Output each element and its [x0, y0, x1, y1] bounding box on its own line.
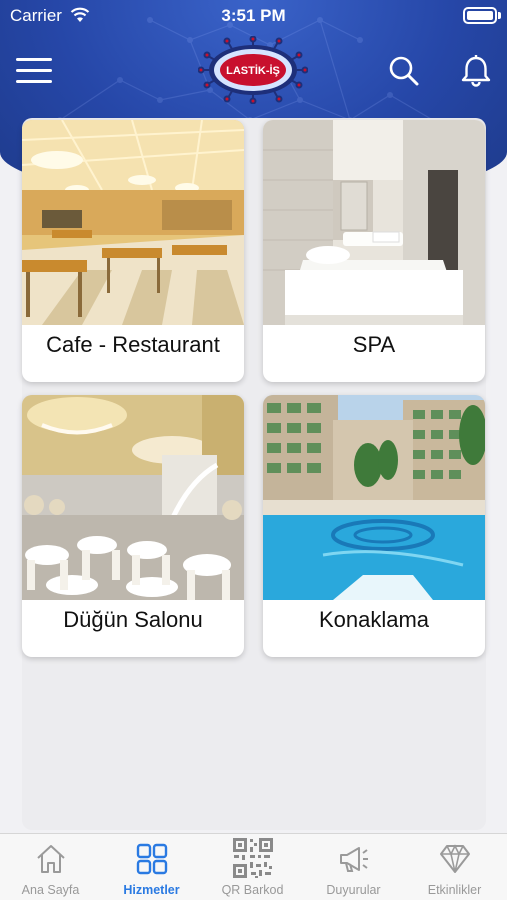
tab-qr-code[interactable]: QR Barkod — [202, 834, 303, 900]
search-icon[interactable] — [388, 55, 420, 87]
service-card-wedding-hall[interactable]: Düğün Salonu — [22, 395, 244, 657]
tab-label: Hizmetler — [123, 883, 180, 897]
service-card-spa[interactable]: SPA — [263, 120, 485, 382]
battery-icon — [463, 7, 497, 24]
hamburger-icon-line — [16, 58, 52, 61]
service-card-cafe-restaurant[interactable]: Cafe - Restaurant — [22, 120, 244, 382]
battery-nub — [498, 12, 501, 19]
status-time: 3:51 PM — [221, 6, 286, 25]
hamburger-icon-line — [16, 69, 52, 72]
service-card-label: Cafe - Restaurant — [46, 332, 220, 357]
megaphone-icon — [340, 847, 368, 872]
status-bar: Carrier 3:51 PM — [0, 0, 507, 32]
grid-icon — [136, 843, 168, 875]
diamond-icon — [440, 844, 470, 873]
tab-label: QR Barkod — [221, 883, 284, 897]
logo-text: LASTİK-İŞ — [226, 64, 280, 77]
home-icon — [37, 845, 65, 873]
service-card-label: Düğün Salonu — [63, 607, 203, 632]
menu-button[interactable] — [16, 58, 52, 86]
tab-bar: Ana Sayfa Hizmetler QR Barkod Duyurular … — [0, 833, 507, 900]
bell-icon[interactable] — [458, 53, 494, 89]
brand-logo[interactable]: LASTİK-İŞ — [198, 36, 308, 104]
tab-events[interactable]: Etkinlikler — [404, 834, 505, 900]
wedding-hall-photo — [22, 395, 244, 600]
qr-code-icon — [233, 838, 273, 878]
tab-announcements[interactable]: Duyurular — [303, 834, 404, 900]
tab-home[interactable]: Ana Sayfa — [0, 834, 101, 900]
service-card-label: Konaklama — [318, 607, 430, 632]
service-card-accommodation[interactable]: Konaklama — [263, 395, 485, 657]
tab-label: Etkinlikler — [427, 883, 482, 897]
hamburger-icon-line — [16, 80, 52, 83]
spa-photo — [263, 120, 485, 325]
tab-label: Ana Sayfa — [21, 883, 80, 897]
service-card-label: SPA — [352, 332, 396, 357]
restaurant-photo — [22, 120, 244, 325]
tab-services[interactable]: Hizmetler — [101, 834, 202, 900]
hotel-pool-photo — [263, 395, 485, 600]
tab-label: Duyurular — [326, 883, 381, 897]
